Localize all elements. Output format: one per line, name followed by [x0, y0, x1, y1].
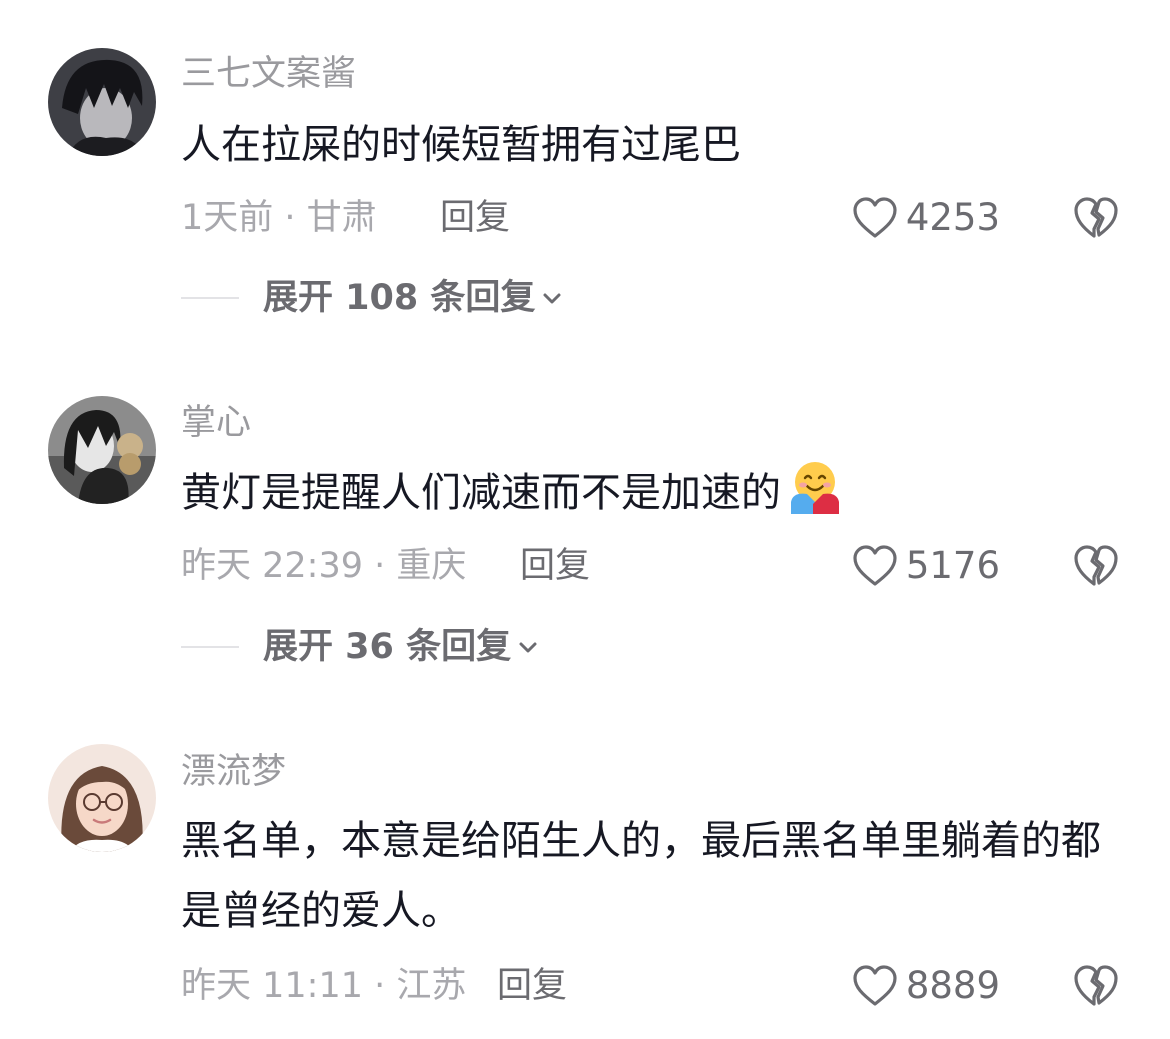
divider	[181, 297, 239, 299]
comment-meta: 1天前 · 甘肃	[181, 198, 377, 238]
expand-replies-button[interactable]: 展开 108 条回复	[181, 278, 563, 318]
comment-text-body: 黄灯是提醒人们减速而不是加速的	[181, 470, 781, 516]
comment-item: 三七文案酱 人在拉屎的时候短暂拥有过尾巴 1天前 · 甘肃 回复 4253 展开…	[0, 0, 1170, 340]
heart-outline-icon	[853, 545, 897, 586]
expand-replies-label: 展开 36 条回复	[263, 627, 512, 667]
username[interactable]: 三七文案酱	[181, 54, 356, 94]
reply-button[interactable]: 回复	[440, 198, 510, 238]
hugging-face-emoji	[791, 462, 839, 514]
expand-replies-button[interactable]: 展开 36 条回复	[181, 627, 539, 667]
broken-heart-icon	[1074, 965, 1118, 1006]
comment-meta: 昨天 22:39 · 重庆	[181, 546, 467, 586]
avatar[interactable]	[48, 744, 156, 852]
like-count: 5176	[905, 544, 1000, 587]
like-button[interactable]: 5176	[852, 543, 1000, 589]
like-count: 8889	[905, 964, 1000, 1007]
dislike-button[interactable]	[1072, 963, 1120, 1009]
heart-outline-icon	[853, 965, 897, 1006]
comment-meta: 昨天 11:11 · 江苏	[181, 966, 467, 1006]
avatar[interactable]	[48, 396, 156, 504]
comment-text: 黄灯是提醒人们减速而不是加速的	[181, 458, 1141, 528]
broken-heart-icon	[1074, 197, 1118, 238]
like-button[interactable]: 8889	[852, 963, 1000, 1009]
like-button[interactable]: 4253	[852, 195, 1000, 241]
chevron-down-icon	[543, 293, 561, 304]
like-count: 4253	[905, 196, 1000, 239]
expand-replies-label: 展开 108 条回复	[263, 278, 536, 318]
broken-heart-icon	[1074, 545, 1118, 586]
comment-text: 人在拉屎的时候短暂拥有过尾巴	[181, 122, 741, 168]
divider	[181, 646, 239, 648]
username[interactable]: 掌心	[181, 403, 251, 443]
reply-button[interactable]: 回复	[520, 546, 590, 586]
dislike-button[interactable]	[1072, 543, 1120, 589]
username[interactable]: 漂流梦	[181, 752, 286, 792]
heart-outline-icon	[853, 197, 897, 238]
avatar[interactable]	[48, 48, 156, 156]
comment-text: 黑名单，本意是给陌生人的，最后黑名单里躺着的都是曾经的爱人。	[181, 818, 1101, 934]
chevron-down-icon	[519, 642, 537, 653]
reply-button[interactable]: 回复	[497, 966, 567, 1006]
dislike-button[interactable]	[1072, 195, 1120, 241]
